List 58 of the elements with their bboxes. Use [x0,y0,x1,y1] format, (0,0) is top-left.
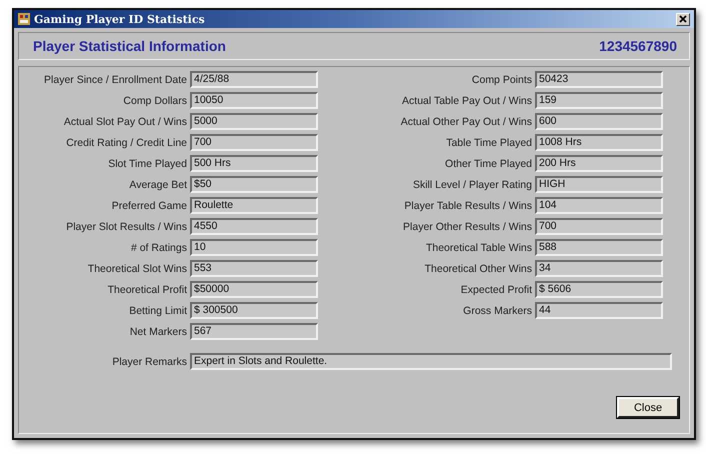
input-field[interactable]: 50423 [535,71,663,88]
input-field[interactable]: 104 [535,197,663,214]
field-label: Theoretical Profit [106,284,187,296]
input-field[interactable]: 567 [190,323,318,340]
input-field[interactable]: $ 5606 [535,281,663,298]
input-field[interactable]: 10 [190,239,318,256]
input-field[interactable]: 588 [535,239,663,256]
input-field[interactable]: 553 [190,260,318,277]
input-field[interactable]: Expert in Slots and Roulette. [190,353,672,370]
field-label: Expected Profit [460,284,532,296]
field-label: Theoretical Other Wins [424,262,532,274]
field-label: Comp Dollars [122,94,187,106]
field-label: Credit Rating / Credit Line [65,136,187,148]
section-title: Player Statistical Information [33,38,226,54]
field-label: Other Time Played [444,158,532,170]
window-title: Gaming Player ID Statistics [34,12,206,26]
field-label: Player Slot Results / Wins [65,220,187,232]
field-label: # of Ratings [130,242,187,254]
field-label: Player Remarks [111,356,187,368]
field-label: Slot Time Played [107,158,187,170]
player-id: 1234567890 [599,38,677,54]
input-field[interactable]: 34 [535,260,663,277]
field-label: Net Markers [128,326,187,338]
field-label: Theoretical Slot Wins [86,262,187,274]
input-field[interactable]: 5000 [190,113,318,130]
input-field[interactable]: 44 [535,302,663,319]
input-field[interactable]: $ 300500 [190,302,318,319]
input-field[interactable]: 10050 [190,92,318,109]
input-field[interactable]: 4550 [190,218,318,235]
close-button[interactable]: Close [617,397,679,418]
field-label: Average Bet [128,178,187,190]
field-label: Gross Markers [462,304,532,316]
input-field[interactable]: $50 [190,176,318,193]
field-label: Player Other Results / Wins [402,220,532,232]
field-label: Actual Table Pay Out / Wins [401,94,532,106]
input-field[interactable]: 200 Hrs [535,155,663,172]
field-label: Preferred Game [110,200,187,212]
input-field[interactable]: 700 [190,134,318,151]
field-label: Actual Other Pay Out / Wins [400,116,532,128]
input-field[interactable]: 600 [535,113,663,130]
field-label: Player Table Results / Wins [403,200,532,212]
close-icon[interactable] [676,12,690,26]
input-field[interactable]: 1008 Hrs [535,134,663,151]
field-label: Player Since / Enrollment Date [43,74,187,86]
field-label: Betting Limit [128,304,187,316]
input-field[interactable]: HIGH [535,176,663,193]
field-label: Comp Points [470,74,532,86]
field-label: Actual Slot Pay Out / Wins [62,116,187,128]
input-field[interactable]: $50000 [190,281,318,298]
input-field[interactable]: 159 [535,92,663,109]
field-label: Table Time Played [445,136,532,148]
input-field[interactable]: 500 Hrs [190,155,318,172]
input-field[interactable]: Roulette [190,197,318,214]
field-label: Theoretical Table Wins [424,242,532,254]
app-icon [18,13,30,25]
field-label: Skill Level / Player Rating [412,178,532,190]
input-field[interactable]: 700 [535,218,663,235]
input-field[interactable]: 4/25/88 [190,71,318,88]
